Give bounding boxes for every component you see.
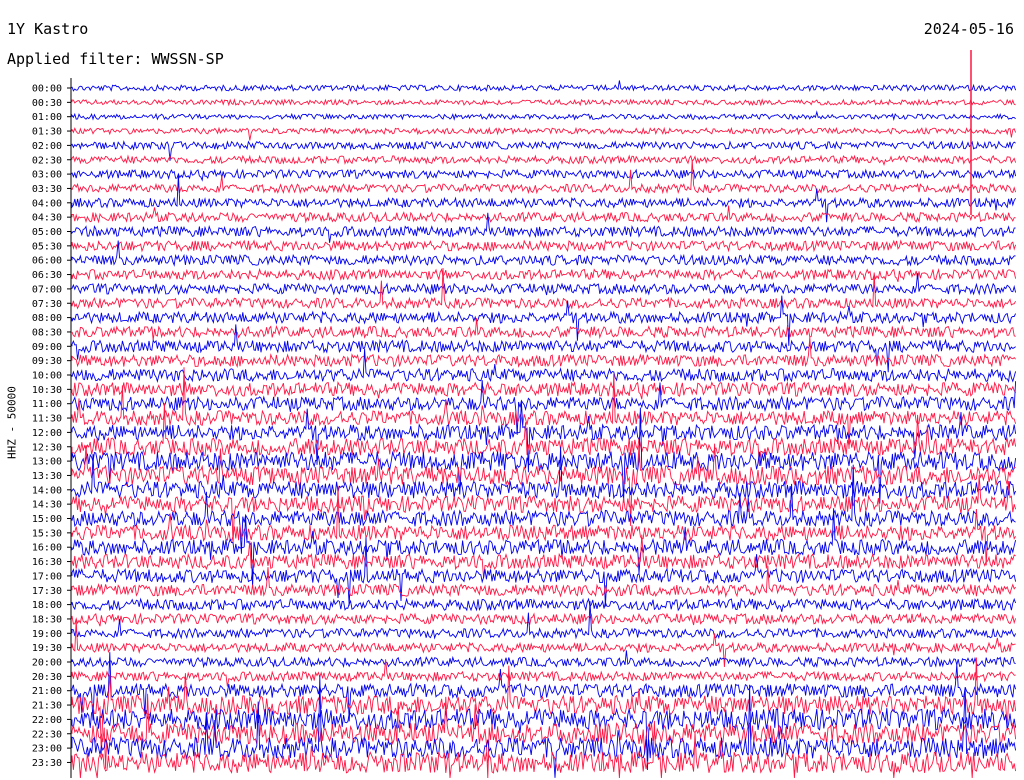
time-tick-label: 01:00 [32,112,62,123]
time-tick-label: 20:00 [32,658,62,669]
trace-row-0130 [71,126,1017,141]
time-tick-label: 07:30 [32,299,62,310]
time-tick-label: 13:00 [32,457,62,468]
time-tick-label: 09:30 [32,356,62,367]
time-tick-label: 12:30 [32,442,62,453]
time-tick-label: 09:00 [32,342,62,353]
trace-row-1930 [71,619,1016,668]
time-tick-label: 00:00 [32,84,62,95]
trace-row-0200 [71,140,1016,161]
trace-row-1830 [71,612,1017,627]
time-tick-label: 03:00 [32,170,62,181]
time-tick-label: 10:00 [32,371,62,382]
trace-row-1630 [71,534,1016,578]
trace-row-1400 [71,446,1017,500]
time-tick-label: 02:30 [32,155,62,166]
time-tick-label: 05:00 [32,227,62,238]
time-tick-label: 06:00 [32,256,62,267]
trace-row-0430 [71,205,1016,224]
time-tick-label: 14:00 [32,485,62,496]
trace-row-0230 [71,154,1017,166]
time-tick-label: 04:30 [32,213,62,224]
trace-row-0330 [71,159,1017,195]
time-tick-label: 20:30 [32,672,62,683]
time-tick-label: 17:30 [32,586,62,597]
time-tick-label: 06:30 [32,270,62,281]
time-tick-label: 11:30 [32,414,62,425]
time-tick-label: 11:00 [32,399,62,410]
time-tick-label: 07:00 [32,284,62,295]
time-tick-label: 08:00 [32,313,62,324]
time-tick-label: 15:30 [32,528,62,539]
time-tick-label: 03:30 [32,184,62,195]
time-tick-label: 17:00 [32,571,62,582]
time-tick-label: 18:30 [32,614,62,625]
time-tick-label: 22:00 [32,715,62,726]
trace-row-0300 [71,168,1017,182]
trace-row-1030 [71,380,1016,400]
time-tick-label: 02:00 [32,141,62,152]
time-tick-label: 15:00 [32,514,62,525]
time-tick-label: 23:00 [32,744,62,755]
trace-row-1800 [71,597,1017,612]
seismogram-plot: 00:00 00:30 01:00 01:30 02:00 02:30 03:00 03:30… [32,50,1017,779]
time-tick-label: 04:00 [32,198,62,209]
trace-row-0030 [71,98,1016,107]
trace-row-0000 [71,80,1017,93]
time-tick-label: 16:00 [32,543,62,554]
time-tick-label: 08:30 [32,327,62,338]
time-tick-label: 19:30 [32,643,62,654]
time-tick-label: 18:00 [32,600,62,611]
trace-row-0100 [71,110,1016,122]
time-tick-label: 14:30 [32,500,62,511]
time-tick-label: 16:30 [32,557,62,568]
trace-row-2330 [71,720,1017,779]
trace-row-1700 [71,537,1017,607]
trace-row-2000 [71,650,1016,669]
time-tick-label: 21:30 [32,701,62,712]
time-tick-label: 19:00 [32,629,62,640]
time-tick-label: 21:00 [32,686,62,697]
trace-row-0530 [71,239,1017,253]
time-tick-label: 10:30 [32,385,62,396]
time-tick-label: 23:30 [32,758,62,769]
time-tick-label: 13:30 [32,471,62,482]
time-tick-label: 01:30 [32,127,62,138]
time-tick-label: 05:30 [32,241,62,252]
time-tick-label: 00:30 [32,98,62,109]
time-tick-label: 12:00 [32,428,62,439]
time-tick-label: 22:30 [32,729,62,740]
